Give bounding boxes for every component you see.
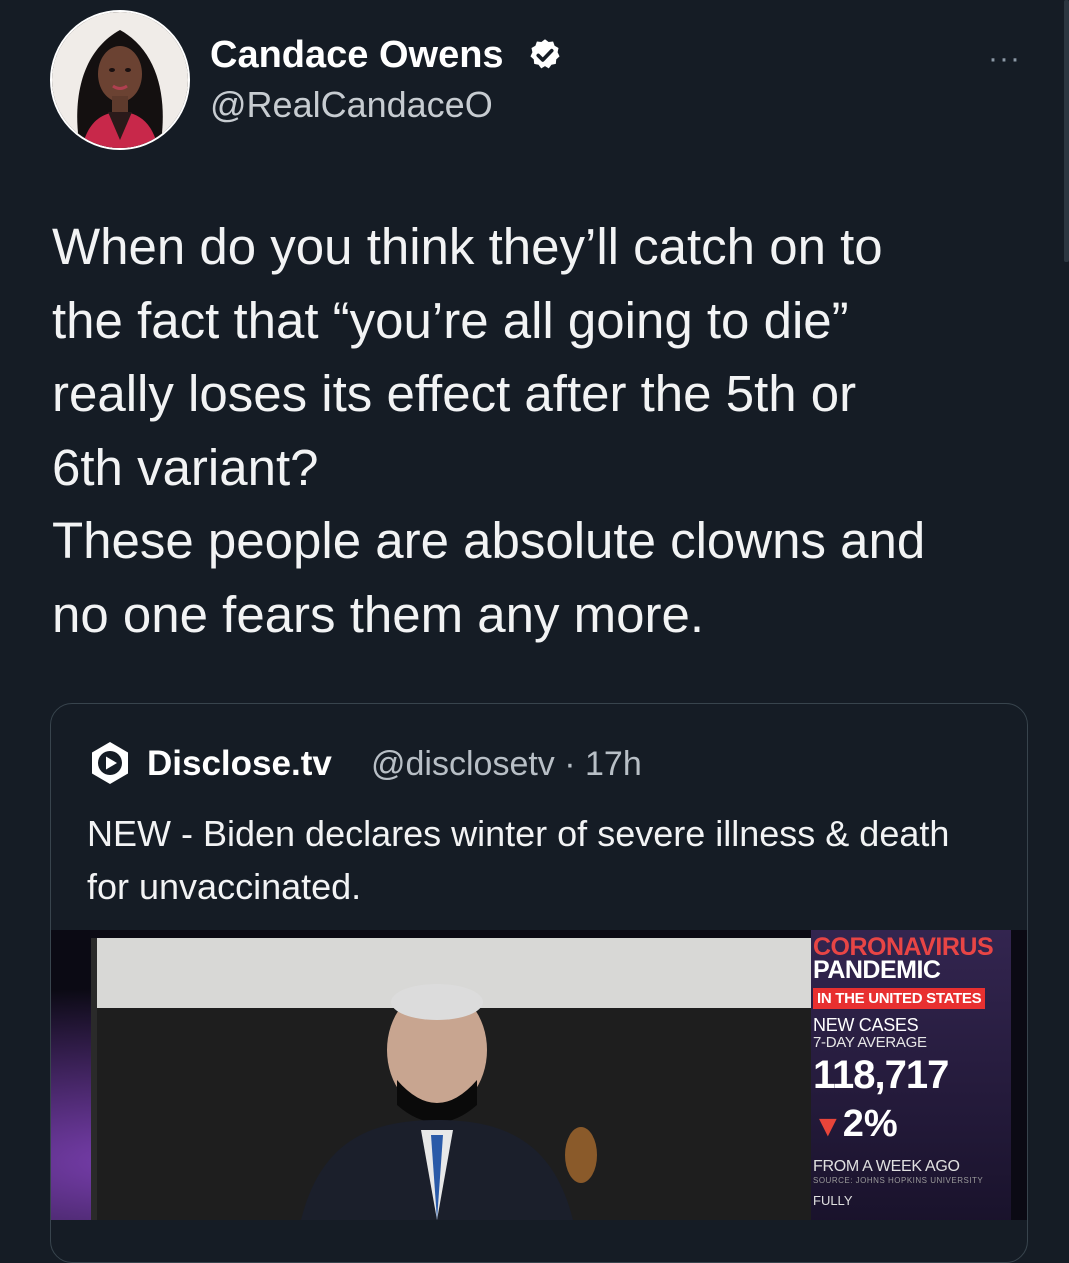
chyron-change: ▼2% xyxy=(813,1103,1013,1148)
scrollbar[interactable] xyxy=(1064,0,1069,262)
quoted-tweet[interactable]: Disclose.tv @disclosetv · 17h NEW - Bide… xyxy=(50,703,1028,1263)
chyron-change-value: 2% xyxy=(842,1103,898,1145)
disclosetv-logo-icon xyxy=(92,742,128,784)
chyron-region: IN THE UNITED STATES xyxy=(813,988,986,1009)
verified-badge-icon xyxy=(530,39,560,69)
quoted-author-name[interactable]: Disclose.tv xyxy=(147,744,332,784)
author-handle[interactable]: @RealCandaceO xyxy=(210,84,493,126)
more-options-icon[interactable]: ··· xyxy=(988,42,1021,76)
quoted-author-meta[interactable]: @disclosetv · 17h xyxy=(371,745,642,784)
chyron-subtitle: PANDEMIC xyxy=(813,956,941,984)
chyron-source: SOURCE: JOHNS HOPKINS UNIVERSITY xyxy=(813,1176,984,1185)
tweet: Candace Owens @RealCandaceO ··· When do … xyxy=(0,0,1069,1263)
author-avatar[interactable] xyxy=(50,10,190,150)
news-chyron: CORONAVIRUS PANDEMIC IN THE UNITED STATE… xyxy=(813,935,1013,1208)
quoted-media-image[interactable]: CORONAVIRUS PANDEMIC IN THE UNITED STATE… xyxy=(51,930,1027,1220)
chyron-label: NEW CASES xyxy=(813,1015,919,1035)
chyron-next-label: FULLY xyxy=(813,1193,853,1208)
author-name[interactable]: Candace Owens xyxy=(210,34,504,77)
chyron-sublabel: 7-DAY AVERAGE xyxy=(813,1034,927,1051)
tweet-text: When do you think they’ll catch on to th… xyxy=(52,218,926,643)
quoted-tweet-text: NEW - Biden declares winter of severe il… xyxy=(87,813,950,907)
down-arrow-icon: ▼ xyxy=(813,1110,843,1143)
chyron-change-suffix: FROM A WEEK AGO xyxy=(813,1158,960,1175)
chyron-value: 118,717 xyxy=(813,1053,949,1097)
